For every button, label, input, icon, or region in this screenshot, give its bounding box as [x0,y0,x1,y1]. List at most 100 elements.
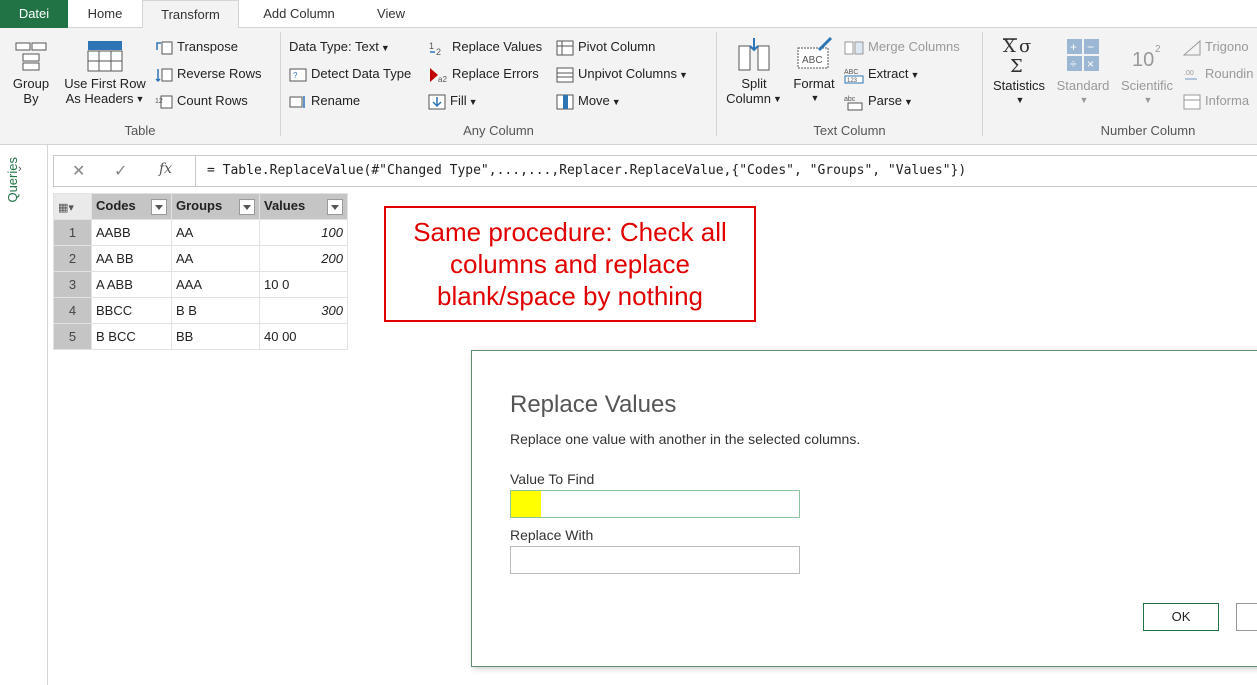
merge-columns-button[interactable]: Merge Columns [844,36,960,58]
reverse-rows-button[interactable]: Reverse Rows [155,63,262,85]
column-header-codes[interactable]: Codes [91,193,172,220]
cell-values[interactable]: 200 [259,245,348,272]
confirm-formula-icon[interactable]: ✓ [114,161,127,181]
standard-dropdown[interactable]: + − ÷ × Standard ▼ [1050,36,1116,108]
filter-dropdown-icon[interactable] [239,199,255,215]
ribbon-separator [716,32,717,136]
tab-transform[interactable]: Transform [142,0,239,29]
transpose-button[interactable]: Transpose [155,36,238,58]
scientific-caret: ▼ [1143,95,1153,105]
rename-button[interactable]: Rename [289,90,360,112]
data-type-dropdown[interactable]: Data Type: Text ▼ [289,36,390,58]
merge-columns-icon [844,41,864,55]
rename-icon [289,95,305,108]
cell-codes[interactable]: AABB [91,219,172,246]
table-group-label: Table [124,123,156,138]
cell-groups[interactable]: BB [171,323,260,350]
tab-file[interactable]: Datei [0,0,68,28]
pivot-column-button[interactable]: Pivot Column [556,36,655,58]
cell-groups[interactable]: AA [171,219,260,246]
svg-text:ABC: ABC [844,69,858,76]
transpose-icon [156,41,173,55]
tab-view[interactable]: View [359,0,423,28]
tab-home[interactable]: Home [68,0,142,28]
row-number[interactable]: 1 [53,219,92,246]
rounding-dropdown[interactable]: .00 Roundin [1183,63,1253,85]
cell-codes[interactable]: B BCC [91,323,172,350]
value-to-find-label: Value To Find [510,471,595,487]
queries-pane-label[interactable]: Queries [5,157,20,217]
svg-text:1: 1 [429,41,434,51]
svg-text:+: + [1070,40,1077,54]
split-column-label-1: Split [741,76,767,91]
column-header-values[interactable]: Values [259,193,348,220]
cell-values[interactable]: 10 0 [259,271,348,298]
svg-text:?: ? [293,71,298,80]
ribbon-separator [280,32,281,136]
replace-with-input[interactable] [510,546,800,574]
value-to-find-input[interactable] [510,490,800,518]
svg-text:Σ: Σ [1010,56,1023,74]
split-column-dropdown[interactable]: Split Column ▼ [722,36,786,107]
cell-groups[interactable]: AAA [171,271,260,298]
ok-button[interactable]: OK [1143,603,1219,631]
table-row: 3 A ABB AAA 10 0 [53,271,348,298]
information-icon [1183,94,1201,110]
tab-add-column[interactable]: Add Column [239,0,359,28]
use-first-row-button[interactable]: Use First Row As Headers ▼ [58,40,152,107]
count-rows-button[interactable]: 12 Count Rows [155,90,248,112]
filter-dropdown-icon[interactable] [327,199,343,215]
replace-values-button[interactable]: 1 2 Replace Values [428,36,542,58]
unpivot-columns-dropdown[interactable]: Unpivot Columns ▼ [556,63,688,85]
space-highlight-marker [511,491,541,517]
cell-groups[interactable]: AA [171,245,260,272]
use-first-row-label-2: As Headers ▼ [65,91,145,106]
trigonometry-dropdown[interactable]: Trigono [1183,36,1249,58]
fill-dropdown[interactable]: Fill ▼ [428,90,478,112]
cell-groups[interactable]: B B [171,297,260,324]
format-label: Format [793,76,835,91]
cancel-formula-icon[interactable]: ✕ [72,161,85,181]
table-menu-button[interactable]: ▦▾ [53,193,92,220]
cell-codes[interactable]: BBCC [91,297,172,324]
row-number[interactable]: 2 [53,245,92,272]
group-by-button[interactable]: Group By [6,40,56,106]
svg-text:.00: .00 [1184,70,1194,77]
extract-dropdown[interactable]: ABC 123 Extract ▼ [844,63,919,85]
dialog-title: Replace Values [510,391,677,418]
cancel-button[interactable] [1236,603,1257,631]
statistics-dropdown[interactable]: X σ Σ Statistics ▼ [988,36,1050,108]
cell-values[interactable]: 300 [259,297,348,324]
scientific-dropdown[interactable]: 10 2 Scientific ▼ [1116,36,1178,108]
row-number[interactable]: 5 [53,323,92,350]
fx-icon[interactable]: fx [159,161,172,177]
row-number[interactable]: 3 [53,271,92,298]
formula-text[interactable]: = Table.ReplaceValue(#"Changed Type",...… [207,163,966,178]
annotation-line-2: columns and replace [450,249,690,279]
queries-pane: › Queries [0,145,48,685]
move-icon [556,94,574,110]
row-number[interactable]: 4 [53,297,92,324]
move-dropdown[interactable]: Move ▼ [556,90,621,112]
cell-codes[interactable]: A ABB [91,271,172,298]
parse-dropdown[interactable]: abc Parse ▼ [844,90,913,112]
format-dropdown[interactable]: ABC Format ▼ [789,36,839,106]
scientific-icon: 10 2 [1132,44,1161,71]
svg-text:10: 10 [1132,49,1154,71]
standard-operations-icon: + − ÷ × [1067,39,1099,71]
cell-codes[interactable]: AA BB [91,245,172,272]
table-row: 5 B BCC BB 40 00 [53,323,348,350]
text-column-group-label: Text Column [813,123,886,138]
replace-values-dialog: Replace Values Replace one value with an… [471,350,1257,667]
detect-data-type-button[interactable]: ? Detect Data Type [289,63,411,85]
svg-text:123: 123 [847,78,858,84]
information-dropdown[interactable]: Informa [1183,90,1249,112]
extract-icon: ABC 123 [844,69,864,84]
cell-values[interactable]: 100 [259,219,348,246]
column-header-groups[interactable]: Groups [171,193,260,220]
replace-errors-button[interactable]: a2 Replace Errors [428,63,539,85]
filter-dropdown-icon[interactable] [151,199,167,215]
replace-values-icon: 1 2 [429,41,441,57]
use-first-row-label-1: Use First Row [64,76,146,91]
cell-values[interactable]: 40 00 [259,323,348,350]
